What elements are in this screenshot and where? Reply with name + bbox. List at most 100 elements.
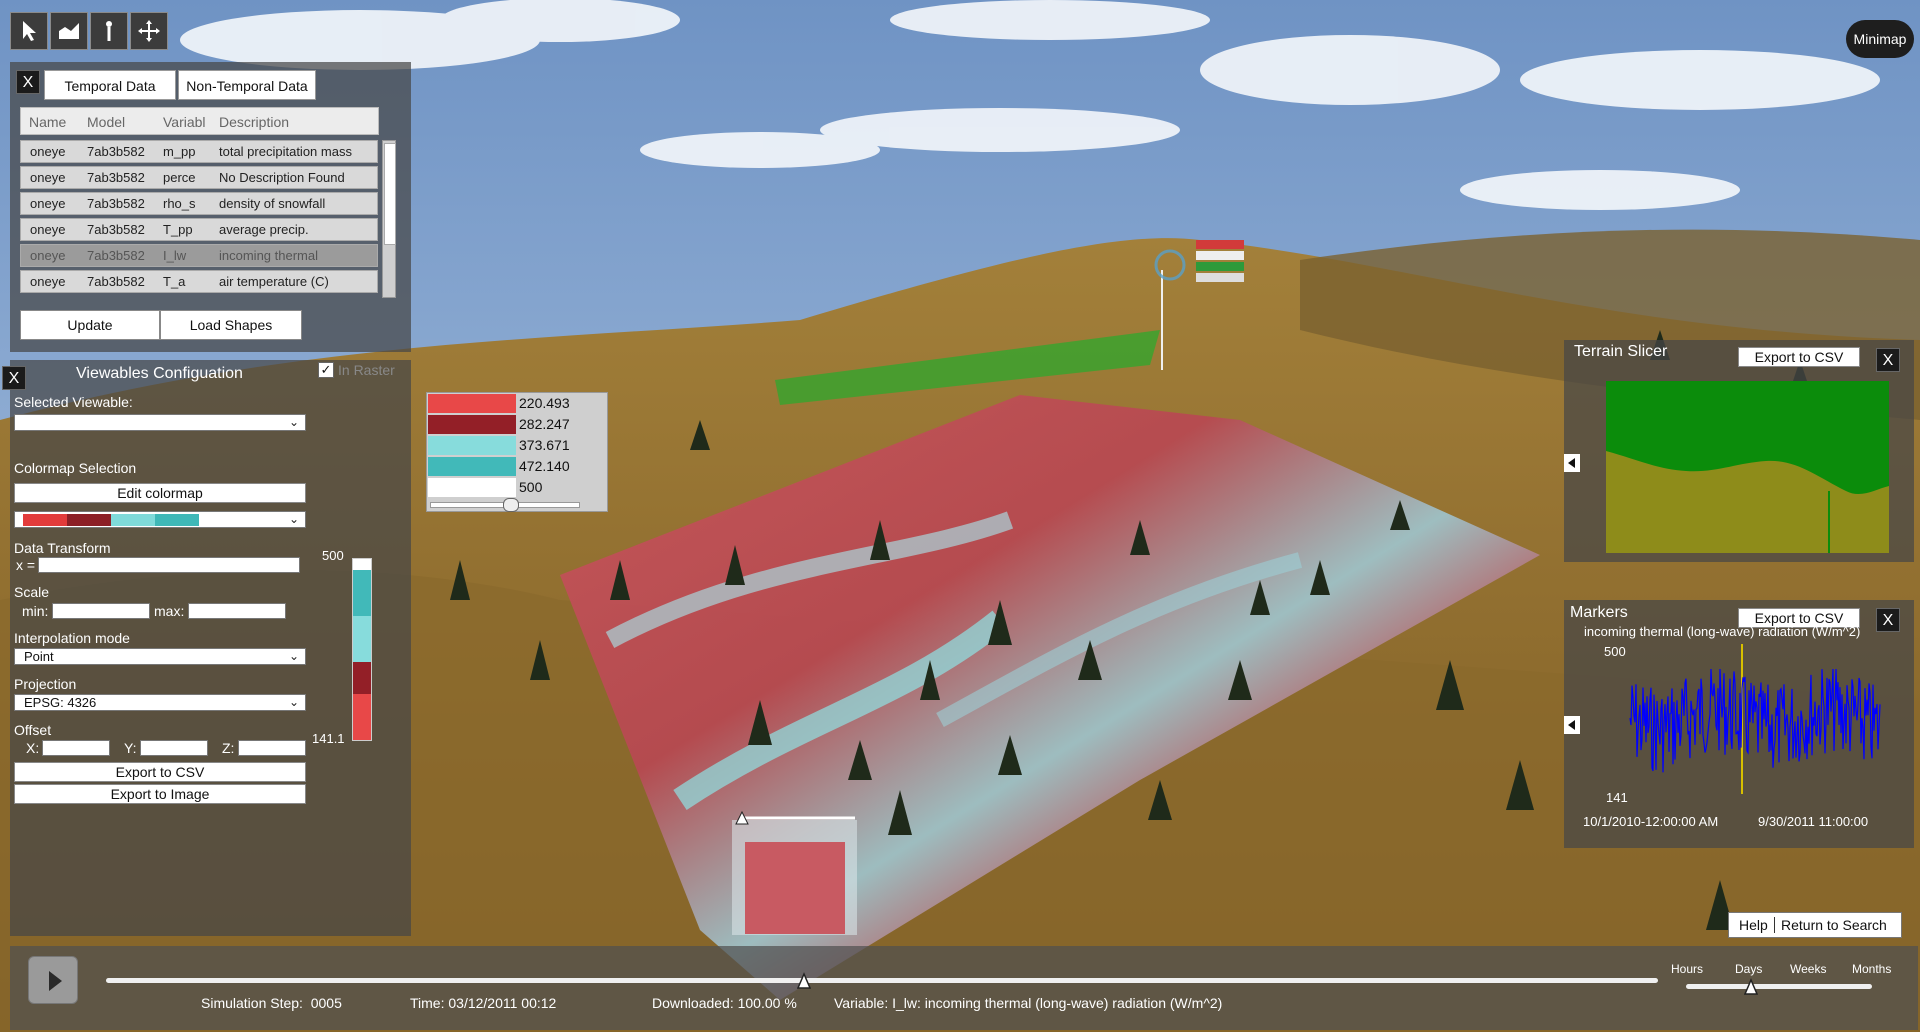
table-row[interactable]: oneye 7ab3b582 T_a air temperature (C): [20, 270, 378, 293]
series-line: [1629, 668, 1881, 773]
cell-description: air temperature (C): [219, 274, 329, 289]
cell-variable: perce: [163, 170, 196, 185]
triangle-left-icon: [1568, 458, 1575, 468]
interpolation-mode-label: Interpolation mode: [14, 630, 130, 646]
offset-y-label: Y:: [124, 740, 137, 756]
table-row[interactable]: oneye 7ab3b582 perce No Description Foun…: [20, 166, 378, 189]
tab-temporal-data[interactable]: Temporal Data: [44, 70, 176, 100]
export-csv-button[interactable]: Export to CSV: [14, 762, 306, 782]
colormap-selection-label: Colormap Selection: [14, 460, 137, 476]
cell-description: average precip.: [219, 222, 309, 237]
timeline-track[interactable]: [106, 978, 1658, 983]
viewables-title: Viewables Configuation: [76, 365, 243, 382]
scale-max-label: max:: [154, 603, 185, 619]
terrain-slicer-close-button[interactable]: X: [1876, 348, 1900, 372]
play-button[interactable]: [28, 956, 78, 1004]
offset-z-input[interactable]: [238, 740, 306, 756]
legend-swatch: [428, 394, 516, 413]
scrollbar-thumb[interactable]: [384, 143, 396, 245]
timescale-weeks[interactable]: Weeks: [1790, 962, 1826, 976]
edit-colormap-button[interactable]: Edit colormap: [14, 483, 306, 503]
offset-x-input[interactable]: [42, 740, 110, 756]
terrain-slicer-export-button[interactable]: Export to CSV: [1738, 347, 1860, 367]
timescale-months[interactable]: Months: [1852, 962, 1891, 976]
cell-variable: T_pp: [163, 222, 193, 237]
legend-swatch: [428, 457, 516, 476]
colorbar-max-label: 500: [322, 548, 344, 563]
colormap-dropdown[interactable]: ⌄: [14, 511, 306, 528]
column-header-variable[interactable]: Variabl: [163, 114, 206, 130]
tool-marker[interactable]: [90, 12, 128, 50]
selected-viewable-dropdown[interactable]: ⌄: [14, 414, 306, 431]
update-label: Update: [67, 317, 113, 333]
tool-select[interactable]: [10, 12, 48, 50]
export-image-button[interactable]: Export to Image: [14, 784, 306, 804]
markers-close-button[interactable]: X: [1876, 608, 1900, 632]
cell-variable: rho_s: [163, 196, 196, 211]
table-scrollbar[interactable]: [382, 140, 396, 298]
close-icon: X: [1882, 612, 1894, 629]
update-button[interactable]: Update: [20, 310, 160, 340]
return-to-search-link[interactable]: Return to Search: [1781, 913, 1887, 937]
tab-non-temporal-data[interactable]: Non-Temporal Data: [178, 70, 316, 100]
scale-min-label: min:: [22, 603, 49, 619]
table-row[interactable]: oneye 7ab3b582 rho_s density of snowfall: [20, 192, 378, 215]
markers-collapse-button[interactable]: [1564, 716, 1580, 734]
offset-y-input[interactable]: [140, 740, 208, 756]
data-panel-close-button[interactable]: X: [16, 70, 40, 94]
cell-description: incoming thermal: [219, 248, 318, 263]
in-raster-checkbox[interactable]: ✓: [318, 362, 334, 378]
table-row[interactable]: oneye 7ab3b582 m_pp total precipitation …: [20, 140, 378, 163]
help-bar: Help Return to Search: [1728, 912, 1902, 938]
colorbar-segment: [353, 662, 371, 695]
scale-max-input[interactable]: [188, 603, 286, 619]
close-icon: X: [1882, 352, 1894, 369]
scale-min-input[interactable]: [52, 603, 150, 619]
simulation-step: Simulation Step: 0005: [201, 995, 342, 1011]
timescale-days[interactable]: Days: [1735, 962, 1762, 976]
legend-value: 472.140: [519, 458, 570, 474]
in-raster-label: In Raster: [338, 362, 395, 378]
column-header-name[interactable]: Name: [29, 114, 66, 130]
timescale-handle[interactable]: [1743, 978, 1759, 996]
cell-model: 7ab3b582: [87, 274, 145, 289]
cell-name: oneye: [30, 144, 66, 159]
viewables-close-button[interactable]: X: [2, 366, 26, 390]
column-header-model[interactable]: Model: [87, 114, 125, 130]
legend-value: 500: [519, 479, 543, 495]
table-row-selected[interactable]: oneye 7ab3b582 I_lw incoming thermal: [20, 244, 378, 267]
export-label: Export to CSV: [1754, 349, 1844, 365]
timescale-track[interactable]: [1686, 984, 1872, 989]
tool-terrain-slice[interactable]: [50, 12, 88, 50]
marker-timeseries-chart: [1629, 644, 1881, 794]
data-transform-input[interactable]: [38, 557, 300, 573]
column-header-description[interactable]: Description: [219, 114, 289, 130]
timescale-hours[interactable]: Hours: [1671, 962, 1703, 976]
close-icon: X: [8, 370, 20, 387]
table-row[interactable]: oneye 7ab3b582 T_pp average precip.: [20, 218, 378, 241]
legend-value: 282.247: [519, 416, 570, 432]
x-equals-label: x =: [16, 557, 36, 573]
colormap-segment: [23, 514, 67, 526]
marker-x-start-label: 10/1/2010-12:00:00 AM: [1583, 814, 1719, 829]
interpolation-mode-dropdown[interactable]: Point ⌄: [14, 648, 306, 665]
cell-name: oneye: [30, 248, 66, 263]
load-shapes-button[interactable]: Load Shapes: [160, 310, 302, 340]
cell-name: oneye: [30, 170, 66, 185]
colorbar-segment: [353, 559, 371, 571]
edit-colormap-label: Edit colormap: [117, 485, 203, 501]
legend-slider-handle[interactable]: [503, 498, 519, 512]
cell-name: oneye: [30, 222, 66, 237]
marker-series-title: incoming thermal (long-wave) radiation (…: [1584, 624, 1861, 639]
help-link[interactable]: Help: [1739, 913, 1768, 937]
colorbar-min-label: 141.1: [312, 731, 345, 746]
terrain-slicer-collapse-button[interactable]: [1564, 454, 1580, 472]
cell-description: density of snowfall: [219, 196, 326, 211]
timeline-handle[interactable]: [797, 972, 812, 990]
projection-dropdown[interactable]: EPSG: 4326 ⌄: [14, 694, 306, 711]
minimap-button[interactable]: Minimap: [1846, 20, 1914, 58]
tool-move[interactable]: [130, 12, 168, 50]
triangle-up-icon: [797, 972, 812, 989]
cell-name: oneye: [30, 196, 66, 211]
colorbar-segment: [353, 570, 371, 617]
